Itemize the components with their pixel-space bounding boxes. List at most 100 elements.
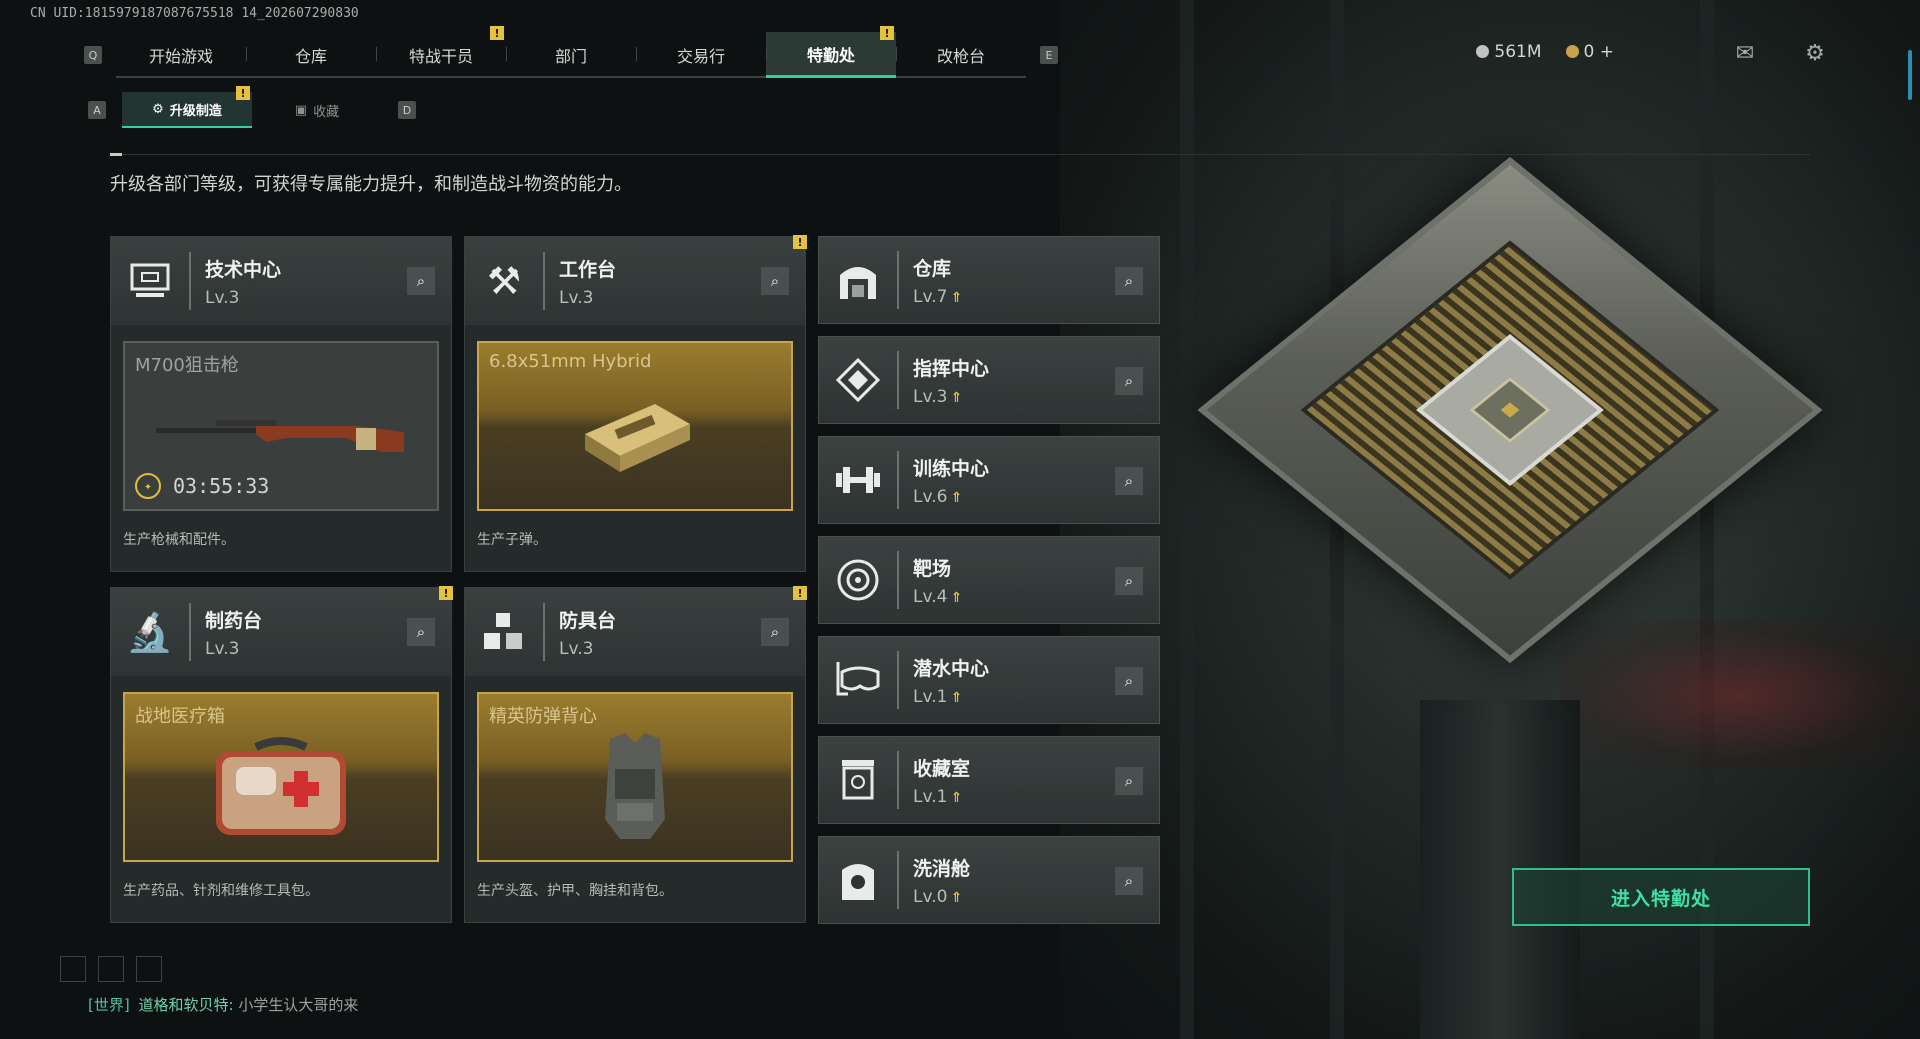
gold-currency[interactable]: 0 + [1565, 42, 1614, 62]
subnav-prev-key[interactable]: A [88, 101, 106, 119]
uid-label: CN UID:1815979187087675518 14_2026072908… [30, 6, 359, 21]
tab-label: 改枪台 [936, 47, 985, 66]
production-slot[interactable]: M700狙击枪 ✦ 03:55:33 [123, 341, 439, 511]
search-icon[interactable]: ⌕ [1115, 467, 1143, 495]
timer-value: 03:55:33 [173, 474, 270, 498]
subtab-collection[interactable]: ▣ 收藏 [252, 92, 382, 128]
search-icon[interactable]: ⌕ [1115, 667, 1143, 695]
upgrade-arrow-icon: ⇑ [950, 789, 963, 806]
tab-trading[interactable]: 交易行 [636, 32, 766, 78]
workshop-card-workbench[interactable]: ⚒ 工作台 Lv.3 ⌕ 6.8x51mm Hybrid ! 生产子弹。 [464, 235, 807, 572]
tab-label: 特战干员 [408, 47, 473, 66]
tab-gunsmith[interactable]: 改枪台 [896, 32, 1026, 78]
facility-command-center[interactable]: 指挥中心 Lv.3 ⇑ ⌕ [818, 336, 1160, 424]
dumbbell-icon [819, 451, 899, 509]
bottom-left-icons [60, 956, 162, 982]
product-name: 6.8x51mm Hybrid [489, 351, 652, 372]
top-icons: ✉ ⚙ [1730, 38, 1830, 68]
subtab-label: 升级制造 [169, 103, 222, 119]
workshop-card-tech-center[interactable]: 技术中心 Lv.3 ⌕ M700狙击枪 ✦ 03:55:33 生产枪械和配件。 [110, 236, 452, 572]
chat-sender: 道格和软贝特: [138, 996, 234, 1014]
search-icon[interactable]: ⌕ [1115, 267, 1143, 295]
medkit-image [216, 737, 346, 835]
scroll-indicator[interactable] [1908, 50, 1912, 100]
decontamination-icon [819, 851, 899, 909]
search-icon[interactable]: ⌕ [761, 267, 789, 295]
card-description: 生产子弹。 [477, 532, 547, 548]
tab-label: 开始游戏 [148, 47, 213, 66]
tab-label: 仓库 [294, 47, 327, 66]
workshop-card-armor[interactable]: 防具台 Lv.3 ⌕ 精英防弹背心 ! 生产头盔、护甲、胸挂和背包。 [464, 586, 807, 923]
facility-level: Lv.3 [913, 386, 948, 407]
nav-next-key[interactable]: E [1040, 46, 1058, 64]
quick-slot-icon[interactable] [98, 956, 124, 982]
card-header: ⚒ 工作台 Lv.3 ⌕ [465, 237, 805, 325]
production-slot[interactable]: 战地医疗箱 [123, 692, 439, 862]
tab-label: 部门 [554, 47, 587, 66]
workshop-card-pharmacy[interactable]: 🔬 制药台 Lv.3 ⌕ 战地医疗箱 ! 生产药品、针剂和维修工具包。 [110, 586, 453, 923]
hammer-wrench-icon: ⚒ [465, 252, 545, 310]
tab-label: 交易行 [676, 47, 725, 66]
mail-icon[interactable]: ✉ [1730, 38, 1760, 68]
subtab-label: 收藏 [313, 104, 340, 120]
search-icon[interactable]: ⌕ [1115, 867, 1143, 895]
divider [110, 153, 1810, 156]
alert-badge: ! [236, 86, 250, 100]
facility-level: Lv.1 [913, 786, 948, 807]
product-name: 精英防弹背心 [489, 706, 597, 727]
special-ops-cube [1197, 130, 1823, 690]
card-description: 生产枪械和配件。 [123, 532, 235, 548]
upgrade-arrow-icon: ⇑ [950, 589, 963, 606]
search-icon[interactable]: ⌕ [1115, 367, 1143, 395]
wrench-clock-icon: ✦ [135, 473, 161, 499]
upgrade-arrow-icon: ⇑ [950, 389, 963, 406]
ammo-box-image [585, 404, 690, 472]
tab-special-ops[interactable]: 特勤处! [766, 26, 896, 78]
chat-line[interactable]: [世界] 道格和软贝特: 小学生认大哥的来 [88, 994, 358, 1015]
facility-title: 训练中心 [913, 457, 990, 480]
tab-start-game[interactable]: 开始游戏 [116, 32, 246, 78]
card-title: 技术中心 [205, 258, 282, 281]
search-icon[interactable]: ⌕ [407, 267, 435, 295]
search-icon[interactable]: ⌕ [407, 618, 435, 646]
upgrade-icon: ⚙ [152, 101, 164, 117]
tab-operators[interactable]: 特战干员! [376, 26, 506, 78]
nav-prev-key[interactable]: Q [84, 46, 102, 64]
collection-icon: ▣ [294, 102, 308, 118]
facility-level: Lv.7 [913, 286, 948, 307]
quick-slot-icon[interactable] [60, 956, 86, 982]
card-level: Lv.3 [205, 287, 240, 308]
facility-collection-room[interactable]: 收藏室 Lv.1 ⇑ ⌕ [818, 736, 1160, 824]
upgrade-arrow-icon: ⇑ [950, 489, 963, 506]
search-icon[interactable]: ⌕ [761, 618, 789, 646]
gear-icon[interactable]: ⚙ [1800, 38, 1830, 68]
facility-training-center[interactable]: 训练中心 Lv.6 ⇑ ⌕ [818, 436, 1160, 524]
production-slot[interactable]: 精英防弹背心 [477, 692, 793, 862]
facility-diving-center[interactable]: 潜水中心 Lv.1 ⇑ ⌕ [818, 636, 1160, 724]
facility-shooting-range[interactable]: 靶场 Lv.4 ⇑ ⌕ [818, 536, 1160, 624]
quick-slot-icon[interactable] [136, 956, 162, 982]
tab-label: 特勤处 [806, 45, 855, 65]
production-slot[interactable]: 6.8x51mm Hybrid [477, 341, 793, 511]
enter-special-ops-button[interactable]: 进入特勤处 [1512, 868, 1810, 926]
tab-departments[interactable]: 部门 [506, 32, 636, 78]
facility-level: Lv.6 [913, 486, 948, 507]
alert-badge: ! [880, 26, 894, 40]
gold-amount: 0 [1583, 42, 1595, 62]
facility-warehouse[interactable]: 仓库 Lv.7 ⇑ ⌕ [818, 236, 1160, 324]
sub-nav: A ⚙ 升级制造 ! ▣ 收藏 D [88, 86, 416, 128]
facility-decontamination[interactable]: 洗消舱 Lv.0 ⇑ ⌕ [818, 836, 1160, 924]
facility-level: Lv.1 [913, 686, 948, 707]
subnav-next-key[interactable]: D [398, 101, 416, 119]
alert-badge: ! [439, 586, 453, 600]
card-description: 生产头盔、护甲、胸挂和背包。 [477, 883, 673, 899]
command-icon [819, 351, 899, 409]
diving-mask-icon [819, 651, 899, 709]
card-header: 🔬 制药台 Lv.3 ⌕ [111, 588, 451, 676]
add-currency-button[interactable]: + [1600, 42, 1614, 62]
tab-warehouse[interactable]: 仓库 [246, 32, 376, 78]
silver-currency[interactable]: 561M [1476, 42, 1542, 62]
search-icon[interactable]: ⌕ [1115, 567, 1143, 595]
subtab-upgrade[interactable]: ⚙ 升级制造 ! [122, 86, 252, 128]
search-icon[interactable]: ⌕ [1115, 767, 1143, 795]
